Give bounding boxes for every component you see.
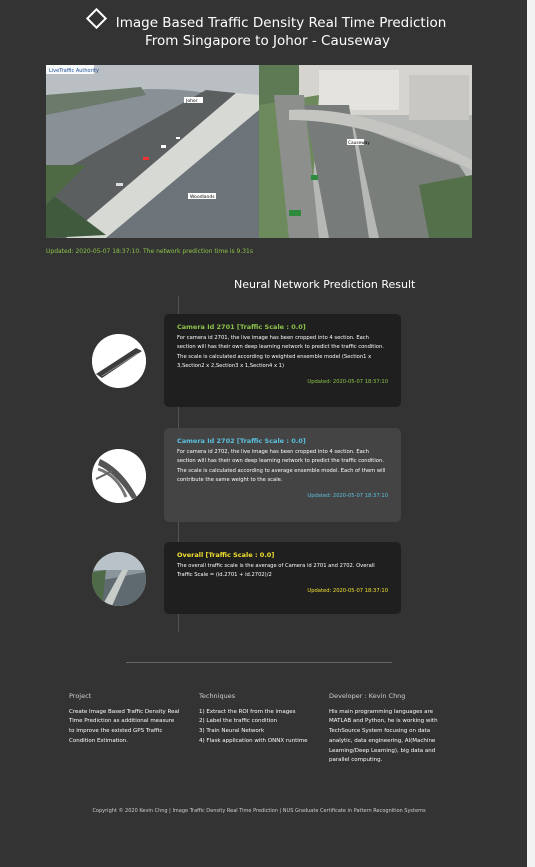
prediction-card-2701: Camera Id 2701 [Traffic Scale : 0.0] For… — [164, 314, 401, 407]
diamond-outline-icon — [85, 7, 107, 30]
camera-2701-roi-thumbnail — [92, 334, 146, 388]
footer-dev-text: His main programming languages are MATLA… — [329, 708, 438, 764]
footer-project-text: Create Image Based Traffic Density Real … — [69, 708, 180, 744]
cam-label-woodlands: Woodlands — [190, 194, 215, 200]
prediction-card-overall: Overall [Traffic Scale : 0.0] The overal… — [164, 542, 401, 614]
prediction-card-2702: Camera Id 2702 [Traffic Scale : 0.0] For… — [164, 428, 401, 522]
update-status-text: Updated: 2020-05-07 18:37:10. The networ… — [46, 248, 254, 255]
card-body: The overall traffic scale is the average… — [177, 563, 375, 579]
footer-divider — [126, 662, 392, 663]
footer-tech-item: 3) Train Neural Network — [199, 728, 265, 735]
page-title-line1: Image Based Traffic Density Real Time Pr… — [0, 7, 535, 32]
footer-tech-item: 1) Extract the ROI from the images — [199, 708, 296, 715]
cam-label-johor: Johor — [185, 98, 198, 104]
overall-thumbnail — [92, 552, 146, 606]
footer-techniques: Techniques 1) Extract the ROI from the i… — [199, 692, 319, 747]
card-body: For camera id 2702, the live image has b… — [177, 449, 386, 484]
footer-project: Project Create Image Based Traffic Densi… — [69, 692, 181, 747]
card-updated: Updated: 2020-05-07 18:37:10 — [307, 587, 388, 594]
title-text-1: Image Based Traffic Density Real Time Pr… — [115, 15, 447, 31]
cam-label-causeway: Causeway — [348, 140, 370, 146]
footer-project-heading: Project — [69, 692, 92, 700]
camera-2701-image: LiveTraffic Authority Johor Woodlands — [46, 65, 259, 238]
results-heading: Neural Network Prediction Result — [234, 278, 416, 291]
right-frame-border — [527, 0, 535, 867]
footer-tech-item: 2) Label the traffic condition — [199, 718, 278, 725]
page-title-line2: From Singapore to Johor - Causeway — [145, 33, 390, 49]
card-title: Camera Id 2702 [Traffic Scale : 0.0] — [177, 437, 306, 445]
card-title: Camera Id 2701 [Traffic Scale : 0.0] — [177, 323, 306, 331]
footer-tech-heading: Techniques — [199, 692, 236, 700]
footer-developer: Developer : Kevin Chng His main programm… — [329, 692, 439, 766]
camera-brand-logo: LiveTraffic Authority — [49, 68, 99, 74]
footer-tech-item: 4) Flask application with ONNX runtime — [199, 737, 308, 744]
camera-2702-roi-thumbnail — [92, 449, 146, 503]
card-title: Overall [Traffic Scale : 0.0] — [177, 551, 275, 559]
copyright-text: Copyright © 2020 Kevin Chng | Image Traf… — [92, 808, 426, 814]
camera-images: LiveTraffic Authority Johor Woodlands Ca… — [46, 65, 472, 238]
page-header: Image Based Traffic Density Real Time Pr… — [0, 7, 535, 50]
card-updated: Updated: 2020-05-07 18:37:10 — [307, 378, 388, 385]
card-body: For camera id 2701, the live image has b… — [177, 335, 384, 370]
card-updated: Updated: 2020-05-07 18:37:10 — [307, 492, 388, 499]
camera-2702-image: Causeway — [259, 65, 472, 238]
footer-dev-heading: Developer : Kevin Chng — [329, 692, 406, 700]
